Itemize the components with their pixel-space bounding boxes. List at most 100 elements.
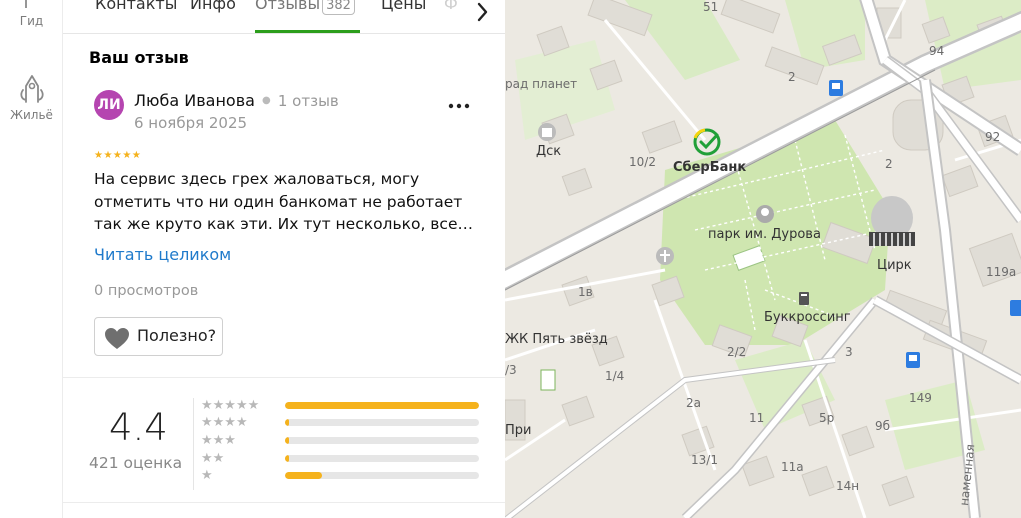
sberbank-logo-icon (693, 128, 721, 156)
histogram-stars: ★★ (201, 451, 225, 466)
histogram-bar-fill (285, 472, 322, 479)
divider (193, 398, 194, 490)
map-house-number: 13/1 (691, 453, 718, 467)
tabs-scroll-right-button[interactable] (451, 0, 491, 25)
map-label-zhk[interactable]: ЖК Пять звёзд (505, 332, 608, 347)
bus-stop-icon (829, 80, 843, 96)
map-house-number: 2 (885, 157, 893, 171)
tab-info[interactable]: Инфо (190, 0, 236, 13)
park-poi-icon (756, 205, 774, 223)
tab-reviews[interactable]: Отзывы 382 (255, 0, 355, 15)
map-house-number: 119а (986, 265, 1017, 279)
map-house-number: 2/2 (727, 345, 747, 359)
map-house-number: 2а (686, 396, 701, 410)
review-text-line: так же круто как эти. Их тут несколько, … (94, 215, 473, 233)
rail-item-label: Жильё (10, 108, 53, 122)
map-house-number: 3 (845, 345, 853, 359)
divider (63, 502, 505, 503)
histogram-bar-track (285, 472, 479, 479)
histogram-stars: ★★★★ (201, 415, 248, 430)
section-title: Ваш отзыв (89, 48, 189, 67)
useful-button[interactable]: Полезно? (94, 317, 223, 356)
map-house-number: 10/2 (629, 155, 656, 169)
map-label-park[interactable]: парк им. Дурова (708, 227, 821, 242)
heart-icon (105, 328, 129, 349)
tab-bar: Контакты Инфо Отзывы 382 Цены Ф (63, 0, 505, 34)
map-house-number: 14н (836, 479, 860, 493)
useful-label: Полезно? (137, 326, 217, 345)
review-text: На сервис здесь грех жаловаться, могу от… (94, 168, 474, 236)
review-author[interactable]: Люба Иванова ● 1 отзыв (134, 91, 339, 110)
histogram-row: ★★★★ (201, 415, 491, 430)
histogram-stars: ★★★★★ (201, 398, 260, 413)
map-label-bookcrossing[interactable]: Буккроссинг (764, 310, 851, 325)
tab-prices[interactable]: Цены (381, 0, 426, 13)
review-more-button[interactable] (447, 96, 471, 116)
map-house-number: /3 (505, 363, 517, 377)
map-house-number: 1в (578, 285, 593, 299)
rail-item-housing[interactable]: Жильё (0, 72, 63, 122)
review-text-line: отметить что ни один банкомат не работае… (94, 192, 463, 211)
avatar[interactable]: ЛИ (94, 90, 124, 120)
map-house-number: 11 (749, 411, 765, 425)
separator-dot: ● (262, 95, 271, 106)
histogram-bar-fill (285, 402, 479, 409)
rating-value: 4.4 (109, 406, 168, 449)
tab-reviews-label: Отзывы (255, 0, 321, 13)
histogram-stars: ★ (201, 468, 213, 483)
histogram-row: ★★★ (201, 433, 491, 448)
author-name[interactable]: Люба Иванова (134, 91, 255, 110)
museum-icon (538, 123, 556, 141)
views-count: 0 просмотров (94, 283, 199, 299)
histogram-row: ★★ (201, 451, 491, 466)
histogram-bar-track (285, 402, 479, 409)
book-icon (799, 292, 809, 305)
histogram-bar-track (285, 419, 479, 426)
tab-contacts[interactable]: Контакты (95, 0, 177, 13)
histogram-bar-track (285, 455, 479, 462)
map-house-number: 9б (875, 419, 891, 433)
more-dots-icon (448, 103, 470, 109)
map-house-number: 92 (985, 130, 1001, 144)
map-house-number: 149 (909, 391, 932, 405)
map-house-number: 51 (703, 0, 719, 14)
map-house-number: 11а (781, 460, 804, 474)
map-house-number: 2 (788, 70, 796, 84)
house-icon (19, 75, 44, 103)
bus-stop-icon (1010, 300, 1021, 316)
church-icon (656, 247, 674, 265)
chevron-right-icon (477, 2, 488, 22)
map-label-sberbank[interactable]: СберБанк (673, 160, 746, 175)
histogram-bar-track (285, 437, 479, 444)
place-panel: Контакты Инфо Отзывы 382 Цены Ф Ваш отзыв… (63, 0, 505, 518)
map-label-planet[interactable]: рад планет (505, 77, 577, 91)
map-label-dsk[interactable]: Дск (536, 144, 561, 159)
map-canvas (505, 0, 1021, 518)
histogram-row: ★★★★★ (201, 398, 491, 413)
histogram-bar-fill (285, 419, 289, 426)
map-house-number: 94 (929, 44, 945, 58)
review-date: 6 ноября 2025 (134, 114, 248, 132)
divider (63, 377, 505, 378)
histogram-stars: ★★★ (201, 433, 236, 448)
map-house-number: 5р (819, 411, 835, 425)
map-label-circus[interactable]: Цирк (877, 258, 912, 273)
map-label-pri[interactable]: При (505, 423, 531, 438)
reviews-count-badge: 382 (322, 0, 355, 15)
active-tab-indicator (255, 30, 360, 33)
map-view[interactable]: 51 94 92 2 2 рад планет Дск 10/2 СберБан… (505, 0, 1021, 518)
flag-icon (24, 0, 27, 8)
left-rail: Гид Жильё (0, 0, 63, 518)
bus-stop-icon (906, 352, 920, 368)
review-stars: ★★★★★ (94, 150, 142, 161)
read-more-link[interactable]: Читать целиком (94, 245, 231, 264)
map-house-number: 1/4 (605, 369, 625, 383)
histogram-bar-fill (285, 455, 289, 462)
rating-count: 421 оценка (89, 454, 183, 472)
author-reviews-count: 1 отзыв (277, 92, 339, 110)
rail-item-guide[interactable]: Гид (0, 0, 63, 28)
rail-item-label: Гид (19, 14, 44, 28)
histogram-row: ★ (201, 468, 491, 483)
review-text-line: На сервис здесь грех жаловаться, могу (94, 170, 420, 188)
histogram-bar-fill (285, 437, 289, 444)
